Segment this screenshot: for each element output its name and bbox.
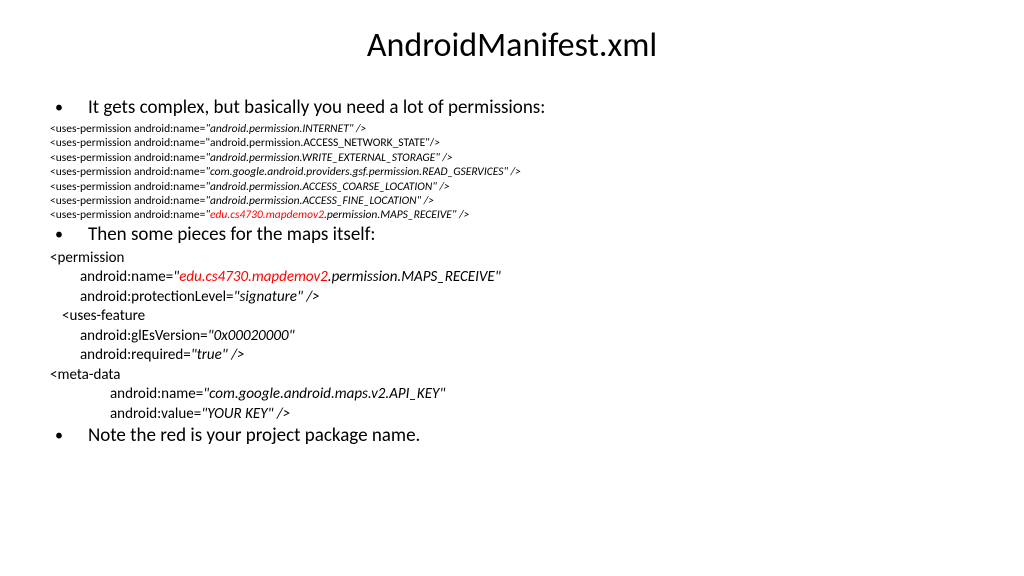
bullet-marker-icon: •	[55, 96, 63, 120]
maps-permission-open: <permission	[50, 249, 974, 269]
maps-meta-data-open: <meta-data	[50, 366, 974, 386]
bullet-text: Then some pieces for the maps itself:	[88, 223, 376, 246]
maps-api-key-value: android:value="YOUR KEY" />	[110, 405, 974, 425]
permission-line-3: <uses-permission android:name="android.p…	[50, 151, 974, 165]
permission-line-5: <uses-permission android:name="android.p…	[50, 180, 974, 194]
permission-line-2: <uses-permission android:name="android.p…	[50, 136, 974, 150]
bullet-text: It gets complex, but basically you need …	[88, 96, 545, 119]
permission-line-7: <uses-permission android:name="edu.cs473…	[50, 208, 974, 222]
bullet-marker-icon: •	[55, 223, 63, 247]
maps-required: android:required="true" />	[80, 346, 974, 366]
permission-line-1: <uses-permission android:name="android.p…	[50, 122, 974, 136]
bullet-permissions-intro: • It gets complex, but basically you nee…	[50, 96, 974, 120]
bullet-note-red: • Note the red is your project package n…	[50, 424, 974, 448]
slide-title: AndroidManifest.xml	[50, 25, 974, 66]
maps-permission-name: android:name="edu.cs4730.mapdemov2.permi…	[80, 268, 974, 288]
permission-line-6: <uses-permission android:name="android.p…	[50, 194, 974, 208]
bullet-text: Note the red is your project package nam…	[88, 424, 420, 447]
maps-api-key-name: android:name="com.google.android.maps.v2…	[110, 385, 974, 405]
bullet-maps-intro: • Then some pieces for the maps itself:	[50, 223, 974, 247]
maps-uses-feature-open: <uses-feature	[62, 307, 974, 327]
maps-gles-version: android:glEsVersion="0x00020000"	[80, 327, 974, 347]
permission-line-4: <uses-permission android:name="com.googl…	[50, 165, 974, 179]
bullet-marker-icon: •	[55, 424, 63, 448]
maps-permission-level: android:protectionLevel="signature" />	[80, 288, 974, 308]
